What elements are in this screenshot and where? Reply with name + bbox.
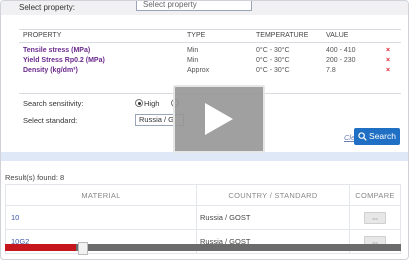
property-value: 7.8 bbox=[326, 67, 336, 74]
header-temperature: TEMPERATURE bbox=[256, 32, 309, 39]
property-value: 400 - 410 bbox=[326, 47, 356, 54]
header-property: PROPERTY bbox=[23, 32, 62, 39]
select-property-label: Select property: bbox=[19, 3, 76, 12]
search-button-label: Search bbox=[369, 131, 396, 141]
section-band bbox=[1, 152, 408, 161]
property-name: Tensile stress (MPa) bbox=[23, 47, 91, 54]
property-row: Yield Stress Rp0.2 (MPa) Min 0°C - 30°C … bbox=[19, 56, 401, 66]
delete-x-icon[interactable]: × bbox=[386, 57, 390, 64]
header-material[interactable]: MATERIAL bbox=[5, 184, 197, 206]
video-play-overlay[interactable] bbox=[173, 85, 265, 153]
results-count: Result(s) found: 8 bbox=[5, 173, 65, 182]
property-type: Min bbox=[187, 57, 199, 64]
search-icon bbox=[358, 132, 367, 141]
compare-cell: ⇔ bbox=[349, 205, 401, 230]
search-button[interactable]: Search bbox=[354, 128, 400, 145]
play-icon[interactable] bbox=[205, 103, 233, 135]
property-name: Density (kg/dm³) bbox=[23, 67, 78, 74]
header-compare: COMPARE bbox=[349, 184, 401, 206]
header-country-standard[interactable]: COUNTRY / STANDARD bbox=[196, 184, 350, 206]
delete-x-icon[interactable]: × bbox=[386, 67, 390, 74]
materials-search-widget: Select property: Select property PROPERT… bbox=[0, 0, 409, 260]
search-sensitivity-label: Search sensitivity: bbox=[23, 99, 84, 108]
delete-x-icon[interactable]: × bbox=[386, 47, 390, 54]
property-type: Min bbox=[187, 47, 199, 54]
scrollbar-thumb[interactable] bbox=[78, 242, 88, 255]
header-type: TYPE bbox=[187, 32, 206, 39]
table-row: 10 Russia / GOST ⇔ bbox=[5, 205, 401, 230]
compare-arrows-icon[interactable]: ⇔ bbox=[364, 211, 386, 224]
property-row: Tensile stress (MPa) Min 0°C - 30°C 400 … bbox=[19, 46, 401, 56]
property-temperature: 0°C - 30°C bbox=[256, 57, 290, 64]
select-standard-label: Select standard: bbox=[23, 116, 78, 125]
select-property-bar: Select property: Select property bbox=[1, 1, 408, 15]
sensitivity-high-radio[interactable] bbox=[135, 99, 143, 107]
property-value: 200 - 230 bbox=[326, 57, 356, 64]
material-link[interactable]: 10 bbox=[5, 205, 197, 230]
properties-table: PROPERTY TYPE TEMPERATURE VALUE Tensile … bbox=[19, 29, 401, 76]
scrollbar-progress bbox=[5, 244, 76, 251]
property-temperature: 0°C - 30°C bbox=[256, 47, 290, 54]
property-temperature: 0°C - 30°C bbox=[256, 67, 290, 74]
property-name: Yield Stress Rp0.2 (MPa) bbox=[23, 57, 105, 64]
header-value: VALUE bbox=[326, 32, 349, 39]
results-header-row: MATERIAL COUNTRY / STANDARD COMPARE bbox=[5, 184, 401, 206]
standard-cell: Russia / GOST bbox=[196, 205, 350, 230]
properties-header: PROPERTY TYPE TEMPERATURE VALUE bbox=[19, 30, 401, 43]
property-type: Approx bbox=[187, 67, 210, 74]
sensitivity-high-label[interactable]: High bbox=[144, 99, 159, 108]
horizontal-scrollbar[interactable] bbox=[5, 242, 401, 255]
property-row: Density (kg/dm³) Approx 0°C - 30°C 7.8 × bbox=[19, 66, 401, 76]
select-property-dropdown[interactable]: Select property bbox=[136, 1, 252, 11]
